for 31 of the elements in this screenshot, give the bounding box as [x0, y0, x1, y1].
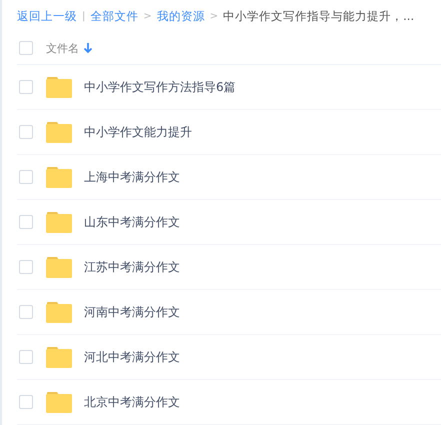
breadcrumb-current: 中小学作文写作指导与能力提升，... [223, 8, 414, 24]
folder-icon [46, 256, 72, 278]
row-checkbox[interactable] [19, 350, 33, 364]
select-all-checkbox[interactable] [19, 41, 33, 55]
folder-icon [46, 211, 72, 233]
file-name[interactable]: 河南中考满分作文 [84, 304, 180, 320]
row-checkbox[interactable] [19, 80, 33, 94]
row-checkbox[interactable] [19, 395, 33, 409]
file-name[interactable]: 江苏中考满分作文 [84, 258, 180, 276]
file-name[interactable]: 上海中考满分作文 [84, 168, 180, 186]
column-header[interactable]: 文件名 [46, 40, 79, 56]
folder-icon [46, 166, 72, 188]
breadcrumb-separator: > [210, 10, 218, 22]
row-checkbox[interactable] [19, 260, 33, 274]
breadcrumb-separator: > [143, 10, 152, 22]
file-name[interactable]: 山东中考满分作文 [84, 214, 180, 230]
breadcrumb-separator: | [82, 10, 86, 22]
file-name[interactable]: 河北中考满分作文 [84, 348, 180, 366]
row-checkbox[interactable] [19, 305, 33, 319]
file-name[interactable]: 中小学作文能力提升 [84, 124, 192, 140]
folder-icon [46, 76, 72, 98]
folder-icon [46, 346, 72, 368]
folder-icon [46, 301, 72, 323]
row-checkbox[interactable] [19, 125, 33, 139]
row-checkbox[interactable] [19, 215, 33, 229]
row-checkbox[interactable] [19, 170, 33, 184]
file-name[interactable]: 北京中考满分作文 [84, 394, 180, 410]
sort-arrow-icon[interactable] [83, 42, 93, 54]
folder-icon [46, 121, 72, 143]
file-name[interactable]: 中小学作文写作方法指导6篇 [84, 78, 236, 96]
folder-icon [46, 391, 72, 413]
